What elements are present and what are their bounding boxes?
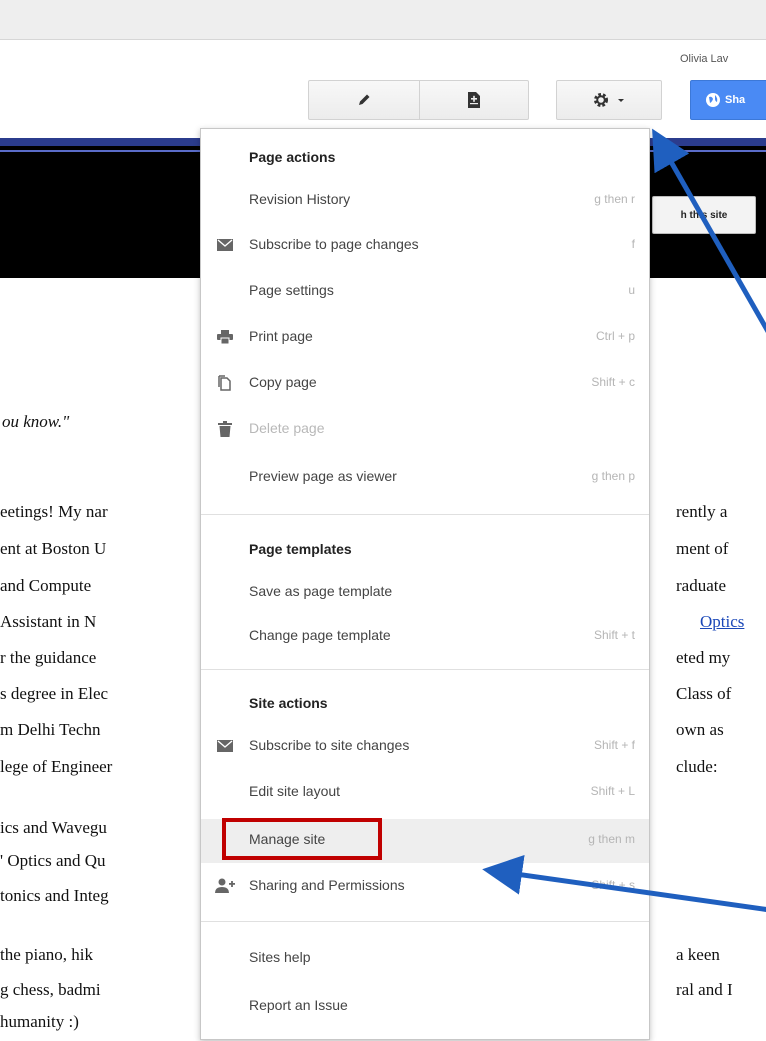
menu-item-subscribe-site-changes[interactable]: Subscribe to site changes Shift + f [201,725,649,769]
menu-item-shortcut: Shift + t [593,628,635,642]
menu-divider [201,921,649,922]
printer-icon [215,327,235,347]
menu-item-label: Save as page template [249,583,393,599]
menu-item-shortcut: u [628,283,635,297]
body-line-right-10: ral and I [676,980,733,999]
menu-item-delete-page[interactable]: Delete page [201,408,649,452]
menu-item-label: Delete page [249,420,325,436]
body-line-left-5: r the guidance [0,648,97,667]
browser-top-bar [0,0,766,40]
menu-item-label: Preview page as viewer [249,468,397,484]
body-line-left-1: eetings! My nar [0,502,108,521]
menu-item-change-template[interactable]: Change page template Shift + t [201,615,649,659]
new-page-icon [468,92,480,108]
manage-site-highlight-box [222,818,382,860]
page-templates-heading: Page templates [249,541,352,557]
menu-item-label: Sharing and Permissions [249,877,405,893]
body-line-right-9: a keen [676,945,720,964]
envelope-icon [215,736,235,756]
menu-item-label: Revision History [249,191,351,207]
envelope-icon [215,235,235,255]
menu-item-shortcut: Ctrl + p [595,329,635,343]
user-name[interactable]: Olivia Lav [680,53,728,65]
body-line-right-3: raduate [676,576,727,595]
menu-item-shortcut: Shift + L [590,784,635,798]
body-line-left-13: g chess, badmi [0,980,101,999]
search-site-button[interactable]: h this site [652,196,756,234]
trash-icon [215,419,235,439]
menu-item-shortcut: g then p [591,469,635,483]
new-page-button[interactable] [419,80,529,120]
gear-icon [593,92,609,108]
menu-item-label: Report an Issue [249,997,348,1013]
menu-item-shortcut: g then m [588,832,635,846]
more-actions-button[interactable] [556,80,662,120]
menu-item-label: Sites help [249,949,311,965]
menu-item-shortcut: f [631,237,635,251]
page-actions-heading: Page actions [249,149,336,165]
menu-item-shortcut: Shift + s [591,878,635,892]
add-person-icon [215,876,235,896]
site-actions-heading: Site actions [249,695,328,711]
menu-item-save-as-template[interactable]: Save as page template [201,571,649,615]
menu-item-label: Page settings [249,282,334,298]
menu-item-preview-as-viewer[interactable]: Preview page as viewer g then p [201,456,649,500]
share-button-label: Sha [725,94,746,106]
more-actions-menu: Page actions Revision History g then r S… [200,128,650,1040]
menu-item-print-page[interactable]: Print page Ctrl + p [201,316,649,360]
menu-item-edit-site-layout[interactable]: Edit site layout Shift + L [201,771,649,815]
menu-item-revision-history[interactable]: Revision History g then r [201,179,649,223]
menu-item-label: Copy page [249,374,317,390]
pencil-icon [359,94,370,105]
menu-item-report-issue[interactable]: Report an Issue [201,985,649,1029]
optics-link[interactable]: Optics [700,612,744,632]
menu-item-label: Subscribe to page changes [249,236,419,252]
menu-item-sharing-permissions[interactable]: Sharing and Permissions Shift + s [201,865,649,909]
menu-divider [201,669,649,670]
menu-item-sites-help[interactable]: Sites help [201,937,649,981]
menu-item-label: Edit site layout [249,783,341,799]
body-line-left-9: ics and Wavegu [0,818,107,837]
body-line-right-1: rently a [676,502,728,521]
menu-item-label: Change page template [249,627,391,643]
body-line-left-7: m Delhi Techn [0,720,101,739]
body-line-right-6: Class of [676,684,732,703]
body-line-left-8: lege of Engineer [0,757,113,776]
body-line-right-2: ment of [676,539,729,558]
menu-item-copy-page[interactable]: Copy page Shift + c [201,362,649,406]
menu-item-shortcut: g then r [594,192,635,206]
copy-icon [215,373,235,393]
body-line-right-5: eted my [676,648,731,667]
globe-icon [706,93,720,107]
share-button[interactable]: Sha [690,80,766,120]
body-line-left-2: ent at Boston U [0,539,107,558]
body-line-left-4: Assistant in N [0,612,97,631]
menu-item-page-settings[interactable]: Page settings u [201,270,649,314]
body-line-left-6: s degree in Elec [0,684,109,703]
menu-item-label: Print page [249,328,313,344]
menu-item-shortcut: Shift + c [591,375,635,389]
body-line-left-12: the piano, hik [0,945,94,964]
body-line-right-7: own as [676,720,724,739]
page-quote: ou know." [2,412,70,431]
body-line-left-11: tonics and Integ [0,886,109,905]
body-line-left-14: humanity :) [0,1012,79,1031]
menu-divider [201,514,649,515]
body-line-left-3: and Compute [0,576,92,595]
body-line-right-8: clude: [676,757,718,776]
chevron-down-icon [618,99,624,102]
menu-item-subscribe-page-changes[interactable]: Subscribe to page changes f [201,224,649,268]
edit-page-button[interactable] [308,80,420,120]
body-line-left-10: ' Optics and Qu [0,851,106,870]
menu-item-shortcut: Shift + f [593,738,635,752]
menu-item-label: Subscribe to site changes [249,737,410,753]
